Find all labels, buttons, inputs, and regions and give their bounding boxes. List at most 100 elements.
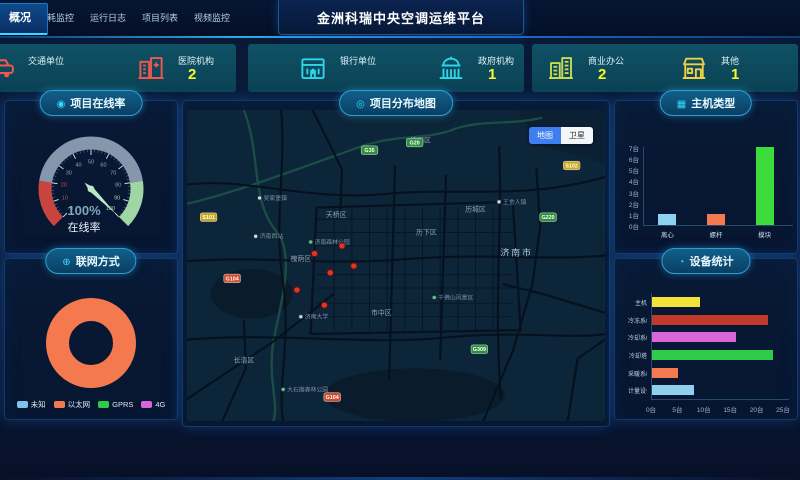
gauge-value: 100% [67, 203, 101, 218]
x-category-label: 模块 [745, 229, 785, 239]
svg-text:G104: G104 [226, 276, 239, 282]
svg-text:历城区: 历城区 [465, 206, 486, 214]
stat-label: 政府机构 [478, 54, 514, 67]
svg-text:济南市: 济南市 [500, 247, 532, 258]
gauge-caption: 在线率 [68, 220, 101, 234]
y-axis [643, 147, 644, 225]
car-icon [0, 53, 16, 83]
grid-icon: ▦ [677, 99, 686, 110]
x-tick-label: 5台 [665, 404, 689, 414]
project-marker[interactable] [327, 270, 333, 276]
y-category-label: 冷冻系统 [628, 316, 647, 325]
bar-计量设备 [652, 385, 694, 395]
svg-text:30: 30 [66, 171, 72, 177]
map-canvas[interactable]: 济阳区天桥区历下区历城区槐荫区市中区长清区 吴家堡镇济南西站济南森林公园王舍人镇… [187, 110, 605, 421]
stat-label: 交通单位 [28, 54, 64, 67]
nav-tab-2[interactable]: 运行日志 [82, 3, 134, 34]
svg-text:90: 90 [114, 195, 120, 201]
svg-text:S101: S101 [202, 215, 215, 221]
legend-swatch [98, 401, 109, 408]
link-icon: ◉ [57, 99, 66, 110]
pie-icon: ◔ [678, 257, 684, 268]
y-tick-label: 3台 [615, 188, 639, 198]
panel-device-stats: ◔设备统计 主机冷冻系统冷却系统冷却塔采暖系统计量设备0台5台10台15台20台… [614, 258, 798, 420]
project-marker[interactable] [321, 302, 327, 308]
y-category-label: 计量设备 [628, 386, 647, 395]
y-category-label: 冷却系统 [628, 333, 647, 342]
map-city-label: 济南市 [500, 247, 532, 258]
x-category-label: 离心 [647, 229, 687, 239]
network-legend: 未知以太网 GPRS 4G [5, 399, 177, 410]
bar-冷却系统 [652, 332, 736, 342]
bar-冷却塔 [652, 350, 773, 360]
stat-label: 商业办公 [588, 54, 624, 67]
stat-card[interactable]: 银行单位政府机构1 [248, 44, 524, 92]
stat-card[interactable]: 商业办公2其他1 [532, 44, 798, 92]
shop-icon [679, 53, 709, 83]
nav-tab-3[interactable]: 项目列表 [134, 3, 186, 34]
bar-模块 [756, 147, 774, 225]
x-category-label: 螺杆 [696, 229, 736, 239]
stat-item: 医院机构2 [86, 44, 236, 92]
network-donut-chart [46, 298, 136, 388]
x-tick-label: 0台 [639, 404, 663, 414]
svg-text:10: 10 [62, 195, 68, 201]
stat-value [38, 67, 64, 83]
panel-online-rate: ◉项目在线率 0102030405060708090100100%在线率 [4, 100, 178, 254]
bar-主机 [652, 297, 700, 307]
bank-icon [298, 53, 328, 83]
project-marker[interactable] [294, 287, 300, 293]
y-category-label: 采暖系统 [628, 369, 647, 378]
y-tick-label: 2台 [615, 199, 639, 209]
bar-冷冻系统 [652, 315, 768, 325]
map-type-map[interactable]: 地图 [529, 127, 561, 144]
legend-item[interactable]: 未知 [17, 399, 46, 410]
svg-text:长清区: 长清区 [234, 356, 255, 365]
map-type-satellite[interactable]: 卫星 [561, 127, 593, 144]
stat-item: 政府机构1 [386, 44, 524, 92]
project-marker[interactable] [311, 250, 317, 256]
legend-item[interactable]: 以太网 [54, 399, 91, 410]
nav-tab-4[interactable]: 视频监控 [186, 3, 238, 34]
stat-item: 商业办公2 [532, 44, 665, 92]
nav-tab-0[interactable]: 概况 [0, 3, 48, 35]
svg-text:70: 70 [110, 171, 116, 177]
y-tick-label: 5台 [615, 165, 639, 175]
project-marker[interactable] [339, 243, 345, 249]
legend-swatch [17, 401, 28, 408]
svg-text:60: 60 [100, 162, 106, 168]
online-rate-gauge: 0102030405060708090100100%在线率 [5, 125, 177, 247]
svg-text:G309: G309 [473, 347, 486, 353]
stat-value: 2 [188, 67, 214, 83]
x-tick-label: 20台 [745, 404, 769, 414]
panel-header: ◎项目分布地图 [339, 90, 453, 116]
x-tick-label: 15台 [718, 404, 742, 414]
svg-text:济南大学: 济南大学 [305, 313, 329, 321]
stats-row: 交通单位 医院机构2银行单位政府机构1商业办公2其他1 [0, 44, 800, 92]
stat-item: 交通单位 [0, 44, 86, 92]
project-marker[interactable] [351, 263, 357, 269]
y-category-label: 主机 [628, 298, 647, 307]
legend-item[interactable]: 4G [141, 399, 165, 410]
y-tick-label: 7台 [615, 143, 639, 153]
nav-underline [0, 36, 800, 38]
y-tick-label: 1台 [615, 210, 639, 220]
legend-item[interactable]: GPRS [98, 399, 133, 410]
panel-title: 主机类型 [691, 98, 735, 110]
hospital-icon [136, 53, 166, 83]
x-tick-label: 25台 [771, 404, 795, 414]
svg-text:槐荫区: 槐荫区 [291, 254, 312, 263]
legend-label: GPRS [112, 400, 133, 409]
pin-icon: ◎ [356, 99, 365, 110]
office-icon [546, 53, 576, 83]
panel-header: ◉项目在线率 [40, 90, 143, 116]
panel-header: ⊕联网方式 [45, 248, 136, 274]
stat-card[interactable]: 交通单位 医院机构2 [0, 44, 236, 92]
bar-离心 [658, 214, 676, 225]
top-nav: 概况能耗监控运行日志项目列表视频监控 金洲科瑞中央空调运维平台 [0, 0, 800, 36]
y-tick-label: 0台 [615, 221, 639, 231]
legend-swatch [54, 401, 65, 408]
stat-item: 银行单位 [248, 44, 386, 92]
svg-text:天桥区: 天桥区 [326, 210, 347, 219]
svg-text:40: 40 [75, 162, 81, 168]
